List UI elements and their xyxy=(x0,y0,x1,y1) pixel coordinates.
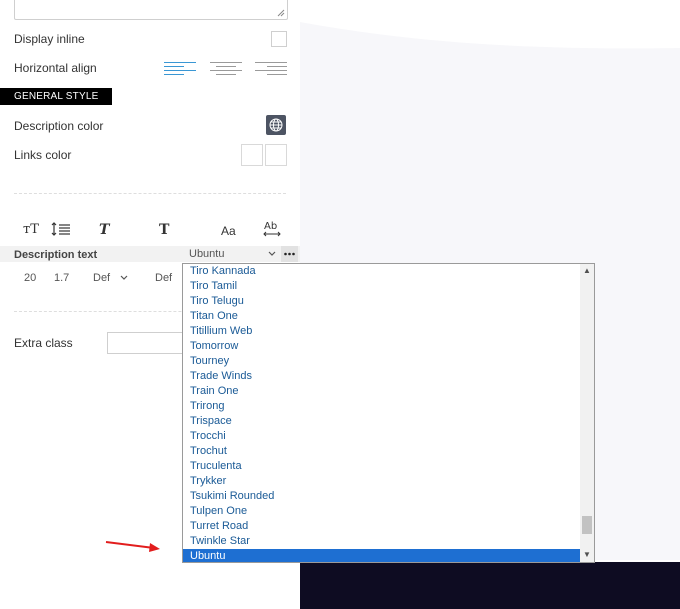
font-option[interactable]: Tourney xyxy=(183,354,581,369)
font-option[interactable]: Titan One xyxy=(183,309,581,324)
font-option[interactable]: Titillium Web xyxy=(183,324,581,339)
font-option[interactable]: Trade Winds xyxy=(183,369,581,384)
line-height-icon[interactable] xyxy=(51,222,71,236)
font-option[interactable]: Trispace xyxy=(183,414,581,429)
font-weight-value[interactable]: Def xyxy=(155,272,172,284)
links-color-label: Links color xyxy=(14,148,72,162)
font-size-icon[interactable]: ᴛT xyxy=(23,222,39,237)
align-left-icon[interactable] xyxy=(164,61,196,75)
font-weight-icon[interactable]: T xyxy=(159,222,169,238)
section-divider xyxy=(14,193,286,194)
description-color-label: Description color xyxy=(14,119,104,133)
font-option[interactable]: Train One xyxy=(183,384,581,399)
text-transform-icon[interactable]: Aa xyxy=(221,224,236,238)
font-option[interactable]: Ubuntu xyxy=(183,549,581,562)
dark-footer-section xyxy=(300,562,680,609)
font-option[interactable]: Trykker xyxy=(183,474,581,489)
line-height-value[interactable]: 1.7 xyxy=(54,272,69,284)
globe-icon xyxy=(269,118,283,132)
align-right-icon[interactable] xyxy=(255,61,287,75)
more-options-button[interactable] xyxy=(281,246,298,262)
font-option[interactable]: Twinkle Star xyxy=(183,534,581,549)
font-style-value[interactable]: Def xyxy=(93,272,110,284)
display-inline-checkbox[interactable] xyxy=(271,31,287,47)
font-options-list: Tiro Kannada Tiro Tamil Tiro Telugu Titan O… xyxy=(183,264,581,562)
extra-class-input[interactable] xyxy=(107,332,189,354)
chevron-down-icon xyxy=(268,251,276,256)
description-color-picker[interactable] xyxy=(266,115,286,135)
font-family-value: Ubuntu xyxy=(189,248,225,260)
font-option[interactable]: Tiro Telugu xyxy=(183,294,581,309)
font-option[interactable]: Tomorrow xyxy=(183,339,581,354)
links-color-swatch[interactable] xyxy=(241,144,263,166)
font-option[interactable]: Turret Road xyxy=(183,519,581,534)
annotation-arrow-icon xyxy=(105,541,160,552)
font-family-select[interactable]: Ubuntu xyxy=(182,247,280,261)
scroll-up-icon[interactable]: ▲ xyxy=(580,264,594,278)
font-family-dropdown-list[interactable]: Tiro Kannada Tiro Tamil Tiro Telugu Titan O… xyxy=(182,263,595,563)
align-center-icon[interactable] xyxy=(210,61,242,75)
links-hover-color-swatch[interactable] xyxy=(265,144,287,166)
horizontal-align-label: Horizontal align xyxy=(14,61,97,75)
svg-text:Ab: Ab xyxy=(264,221,277,232)
font-style-icon[interactable]: T xyxy=(99,222,109,238)
display-inline-label: Display inline xyxy=(14,32,85,46)
extra-class-label: Extra class xyxy=(14,336,73,350)
text-area-field[interactable] xyxy=(14,0,288,20)
ellipsis-icon xyxy=(284,252,295,256)
font-option[interactable]: Trirong xyxy=(183,399,581,414)
letter-spacing-icon[interactable]: Ab xyxy=(262,219,282,239)
font-size-value[interactable]: 20 xyxy=(24,272,36,284)
dropdown-scrollbar[interactable]: ▲ ▼ xyxy=(580,264,594,562)
resize-handle-icon[interactable] xyxy=(277,9,285,17)
font-option[interactable]: Tiro Tamil xyxy=(183,279,581,294)
chevron-down-icon[interactable] xyxy=(120,275,128,281)
description-text-label: Description text xyxy=(14,249,98,261)
font-option[interactable]: Trocchi xyxy=(183,429,581,444)
font-option[interactable]: Tulpen One xyxy=(183,504,581,519)
font-option[interactable]: Tsukimi Rounded xyxy=(183,489,581,504)
scrollbar-thumb[interactable] xyxy=(582,516,592,534)
general-style-badge: GENERAL STYLE xyxy=(0,88,113,105)
font-option[interactable]: Trochut xyxy=(183,444,581,459)
scroll-down-icon[interactable]: ▼ xyxy=(580,548,594,562)
font-option[interactable]: Truculenta xyxy=(183,459,581,474)
font-option[interactable]: Tiro Kannada xyxy=(183,264,581,279)
